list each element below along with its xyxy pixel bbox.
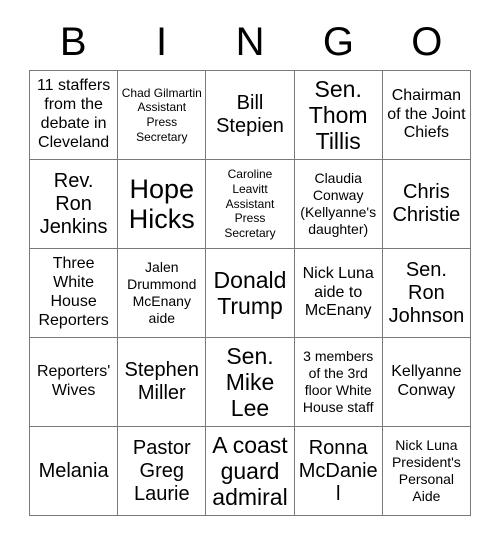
bingo-cell[interactable]: A coast guard admiral [206,427,295,516]
bingo-cell[interactable]: Stephen Miller [118,338,207,427]
bingo-cell[interactable]: Reporters' Wives [30,338,119,427]
bingo-cell[interactable]: Caroline Leavitt Assistant Press Secreta… [206,160,295,249]
bingo-cell[interactable]: Nick Luna President's Personal Aide [382,427,471,516]
bingo-cell[interactable]: Three White House Reporters [30,249,119,338]
bingo-cell-label: Sen. Ron Johnson [388,258,465,327]
bingo-cell[interactable]: Bill Stepien [206,71,295,160]
bingo-cell[interactable]: 11 staffers from the debate in Cleveland [30,71,119,160]
bingo-cell[interactable]: Sen. Ron Johnson [382,249,471,338]
bingo-cell-label: Chad Gilmartin Assistant Press Secretary [121,85,202,144]
bingo-cell[interactable]: Nick Luna aide to McEnany [294,249,383,338]
bingo-cell-label: Bill Stepien [216,92,284,137]
bingo-cell-label: Chairman of the Joint Chiefs [387,86,466,142]
bingo-cell[interactable]: Jalen Drummond McEnany aide [118,249,207,338]
bingo-cell-label: Three White House Reporters [38,255,109,329]
bingo-cell[interactable]: Kellyanne Conway [382,338,471,427]
bingo-cell[interactable]: Melania [30,427,119,516]
bingo-card: B I N G O 11 staffers from the debate in… [0,0,500,544]
bingo-cell[interactable]: Hope Hicks [118,160,207,249]
bingo-cell-label: Pastor Greg Laurie [132,436,191,505]
bingo-cell-label: Nick Luna aide to McEnany [302,264,374,320]
bingo-cell-label: Melania [38,459,109,482]
bingo-header-letter-i: I [156,20,168,64]
bingo-cell-label: Hope Hicks [128,173,195,234]
bingo-header-letter-b: B [59,20,87,64]
bingo-cell[interactable]: Chairman of the Joint Chiefs [382,71,471,160]
bingo-cell-label: A coast guard admiral [212,432,288,510]
bingo-header-letter-g: G [322,20,354,64]
bingo-cell[interactable]: Sen. Thom Tillis [294,71,383,160]
bingo-cell-label: Nick Luna President's Personal Aide [391,437,461,504]
bingo-cell-label: Claudia Conway (Kellyanne's daughter) [300,170,377,237]
bingo-cell-label: Jalen Drummond McEnany aide [127,259,197,326]
bingo-cell-label: Sen. Thom Tillis [308,76,368,154]
bingo-cell[interactable]: Ronna McDaniel [294,427,383,516]
bingo-cell-label: 3 members of the 3rd floor White House s… [302,348,374,415]
bingo-grid: 11 staffers from the debate in Cleveland… [29,70,471,516]
bingo-cell-label: Chris Christie [392,181,461,226]
bingo-cell[interactable]: 3 members of the 3rd floor White House s… [294,338,383,427]
bingo-cell-label: Kellyanne Conway [391,363,462,399]
bingo-cell-label: Reporters' Wives [36,363,111,399]
bingo-cell-label: 11 staffers from the debate in Cleveland [36,77,111,151]
bingo-cell[interactable]: Pastor Greg Laurie [118,427,207,516]
bingo-cell-label: Ronna McDaniel [298,436,378,505]
bingo-cell[interactable]: Rev. Ron Jenkins [30,160,119,249]
bingo-cell[interactable]: Chad Gilmartin Assistant Press Secretary [118,71,207,160]
bingo-cell[interactable]: Donald Trump [206,249,295,338]
bingo-cell-label: Caroline Leavitt Assistant Press Secreta… [224,167,276,240]
bingo-cell-label: Rev. Ron Jenkins [39,169,108,238]
bingo-cell[interactable]: Sen. Mike Lee [206,338,295,427]
bingo-cell-label: Stephen Miller [124,359,200,404]
bingo-header-letter-n: N [235,20,265,64]
bingo-header-letter-o: O [411,20,443,64]
bingo-header: B I N G O [29,14,471,70]
bingo-cell-label: Donald Trump [213,267,287,319]
bingo-cell[interactable]: Chris Christie [382,160,471,249]
bingo-cell[interactable]: Claudia Conway (Kellyanne's daughter) [294,160,383,249]
bingo-cell-label: Sen. Mike Lee [225,343,275,421]
